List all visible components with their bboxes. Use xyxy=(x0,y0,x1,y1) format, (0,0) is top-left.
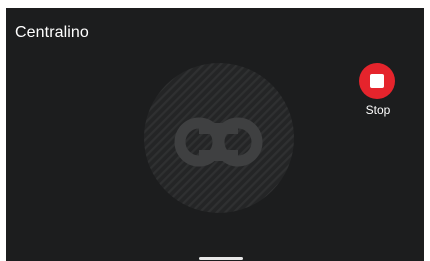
stop-icon xyxy=(370,74,384,88)
home-indicator[interactable] xyxy=(199,257,243,260)
stop-button-label: Stop xyxy=(365,103,391,117)
intercom-logo-icon xyxy=(144,63,294,213)
stop-button[interactable] xyxy=(359,63,395,99)
call-screen: Centralino Stop xyxy=(6,8,424,261)
page-title: Centralino xyxy=(15,24,89,41)
